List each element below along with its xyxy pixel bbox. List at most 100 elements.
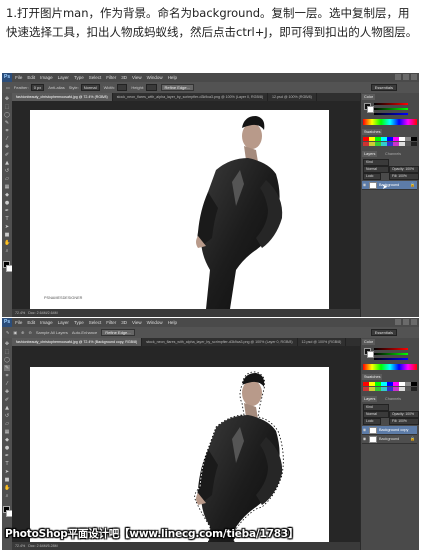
pen-tool-icon[interactable]: ✒ <box>4 208 10 214</box>
auto-enhance-checkbox[interactable]: Auto-Enhance <box>72 330 97 335</box>
marquee-tool-icon[interactable]: ⬚ <box>4 349 10 355</box>
move-tool-icon[interactable]: ✥ <box>4 96 10 102</box>
healing-tool-icon[interactable]: ✚ <box>4 144 10 150</box>
move-tool-icon[interactable]: ✥ <box>4 341 10 347</box>
menu-3d[interactable]: 3D <box>121 75 127 80</box>
menu-view[interactable]: View <box>132 75 142 80</box>
eye-icon[interactable]: ◉ <box>362 426 367 434</box>
type-tool-icon[interactable]: T <box>4 216 10 222</box>
refine-edge-button[interactable]: Refine Edge... <box>101 329 135 336</box>
blue-slider[interactable] <box>374 358 408 360</box>
blend-mode-select[interactable]: Normal <box>363 411 389 418</box>
menu-type[interactable]: Type <box>74 320 84 325</box>
close-button[interactable] <box>411 74 417 80</box>
menu-help[interactable]: Help <box>168 320 177 325</box>
opacity-field[interactable]: Opacity: 100% <box>389 166 419 173</box>
menu-window[interactable]: Window <box>147 75 163 80</box>
layer-row[interactable]: ◉ Background 🔒 <box>362 435 417 444</box>
history-brush-tool-icon[interactable]: ↺ <box>4 168 10 174</box>
dodge-tool-icon[interactable]: ● <box>4 200 10 206</box>
eraser-tool-icon[interactable]: ▱ <box>4 421 10 427</box>
document-canvas[interactable] <box>30 367 329 550</box>
document-canvas[interactable]: PSNAMESDESIGNER <box>30 110 329 309</box>
tab-color[interactable]: Color <box>362 94 376 100</box>
style-select[interactable]: Normal <box>80 84 100 91</box>
blue-slider[interactable] <box>374 113 408 115</box>
swatch-row[interactable] <box>363 382 417 386</box>
minimize-button[interactable] <box>395 74 401 80</box>
antialias-checkbox[interactable]: Anti-alias <box>48 85 64 90</box>
tab-channels[interactable]: Channels <box>383 396 403 402</box>
quick-selection-tool-icon[interactable]: ✎ <box>4 120 10 126</box>
menu-select[interactable]: Select <box>89 320 102 325</box>
crop-tool-icon[interactable]: ⌗ <box>4 373 10 379</box>
document-tab-active[interactable]: fashionbeauty_christophermoosafd.jpg @ 7… <box>12 93 113 101</box>
shape-tool-icon[interactable]: ■ <box>4 477 10 483</box>
zoom-tool-icon[interactable]: ⌕ <box>4 493 10 499</box>
tab-color[interactable]: Color <box>362 339 376 345</box>
fill-field[interactable]: Fill: 100% <box>389 173 419 180</box>
dodge-tool-icon[interactable]: ● <box>4 445 10 451</box>
opacity-field[interactable]: Opacity: 100% <box>389 411 419 418</box>
document-tab[interactable]: stock_neon_flares_with_alpha_layer_by_sc… <box>142 338 298 346</box>
path-selection-tool-icon[interactable]: ➤ <box>4 469 10 475</box>
type-tool-icon[interactable]: T <box>4 461 10 467</box>
new-selection-icon[interactable]: ▣ <box>13 330 17 335</box>
document-tab[interactable]: 12.psd @ 100% (RGB/8) <box>298 338 347 346</box>
lasso-tool-icon[interactable]: ◯ <box>4 112 10 118</box>
menu-view[interactable]: View <box>132 320 142 325</box>
healing-tool-icon[interactable]: ✚ <box>4 389 10 395</box>
path-selection-tool-icon[interactable]: ➤ <box>4 224 10 230</box>
tab-swatches[interactable]: Swatches <box>362 129 383 135</box>
red-slider[interactable] <box>374 103 408 105</box>
color-spectrum[interactable] <box>363 119 417 125</box>
shape-tool-icon[interactable]: ■ <box>4 232 10 238</box>
swatch-row[interactable] <box>363 142 417 146</box>
lasso-tool-icon[interactable]: ◯ <box>4 357 10 363</box>
eraser-tool-icon[interactable]: ▱ <box>4 176 10 182</box>
tab-layers[interactable]: Layers <box>362 151 378 157</box>
gradient-tool-icon[interactable]: ▦ <box>4 184 10 190</box>
hand-tool-icon[interactable]: ✋ <box>4 240 10 246</box>
eye-icon[interactable]: ◉ <box>362 181 367 189</box>
hand-tool-icon[interactable]: ✋ <box>4 485 10 491</box>
menu-type[interactable]: Type <box>74 75 84 80</box>
blur-tool-icon[interactable]: ◆ <box>4 437 10 443</box>
document-tab-active[interactable]: fashionbeauty_christophermoosafd.jpg @ 7… <box>12 338 143 346</box>
stamp-tool-icon[interactable]: ▲ <box>4 160 10 166</box>
subtract-from-selection-icon[interactable]: ⊖ <box>29 330 32 335</box>
swatch-row[interactable] <box>363 387 417 391</box>
green-slider[interactable] <box>374 353 408 355</box>
zoom-level[interactable]: 72.4% <box>15 544 25 548</box>
close-button[interactable] <box>411 319 417 325</box>
eyedropper-tool-icon[interactable]: ⁄ <box>4 136 10 142</box>
workspace-select[interactable]: Essentials <box>370 84 397 91</box>
menu-file[interactable]: File <box>15 75 22 80</box>
quick-selection-tool-icon[interactable]: ✎ <box>6 330 9 335</box>
background-color-picker[interactable] <box>367 351 374 358</box>
menu-select[interactable]: Select <box>89 75 102 80</box>
menu-edit[interactable]: Edit <box>27 320 35 325</box>
eye-icon[interactable]: ◉ <box>362 435 367 443</box>
tab-layers[interactable]: Layers <box>362 396 378 402</box>
fill-field[interactable]: Fill: 100% <box>389 418 419 425</box>
maximize-button[interactable] <box>403 319 409 325</box>
feather-input[interactable]: 0 px <box>30 84 45 91</box>
add-to-selection-icon[interactable]: ⊕ <box>21 330 24 335</box>
layer-kind-filter[interactable]: Kind <box>363 159 389 166</box>
minimize-button[interactable] <box>395 319 401 325</box>
stamp-tool-icon[interactable]: ▲ <box>4 405 10 411</box>
menu-edit[interactable]: Edit <box>27 75 35 80</box>
width-input[interactable] <box>116 84 128 91</box>
history-brush-tool-icon[interactable]: ↺ <box>4 413 10 419</box>
menu-help[interactable]: Help <box>168 75 177 80</box>
menu-filter[interactable]: Filter <box>106 75 116 80</box>
workspace-select[interactable]: Essentials <box>370 329 397 336</box>
tab-channels[interactable]: Channels <box>383 151 403 157</box>
sample-all-layers-checkbox[interactable]: Sample All Layers <box>36 330 68 335</box>
menu-image[interactable]: Image <box>40 320 53 325</box>
layer-row[interactable]: ◉ Background copy <box>362 426 417 435</box>
refine-edge-button[interactable]: Refine Edge... <box>160 84 194 91</box>
marquee-tool-icon[interactable]: ▭ <box>6 85 10 90</box>
layer-kind-filter[interactable]: Kind <box>363 404 389 411</box>
